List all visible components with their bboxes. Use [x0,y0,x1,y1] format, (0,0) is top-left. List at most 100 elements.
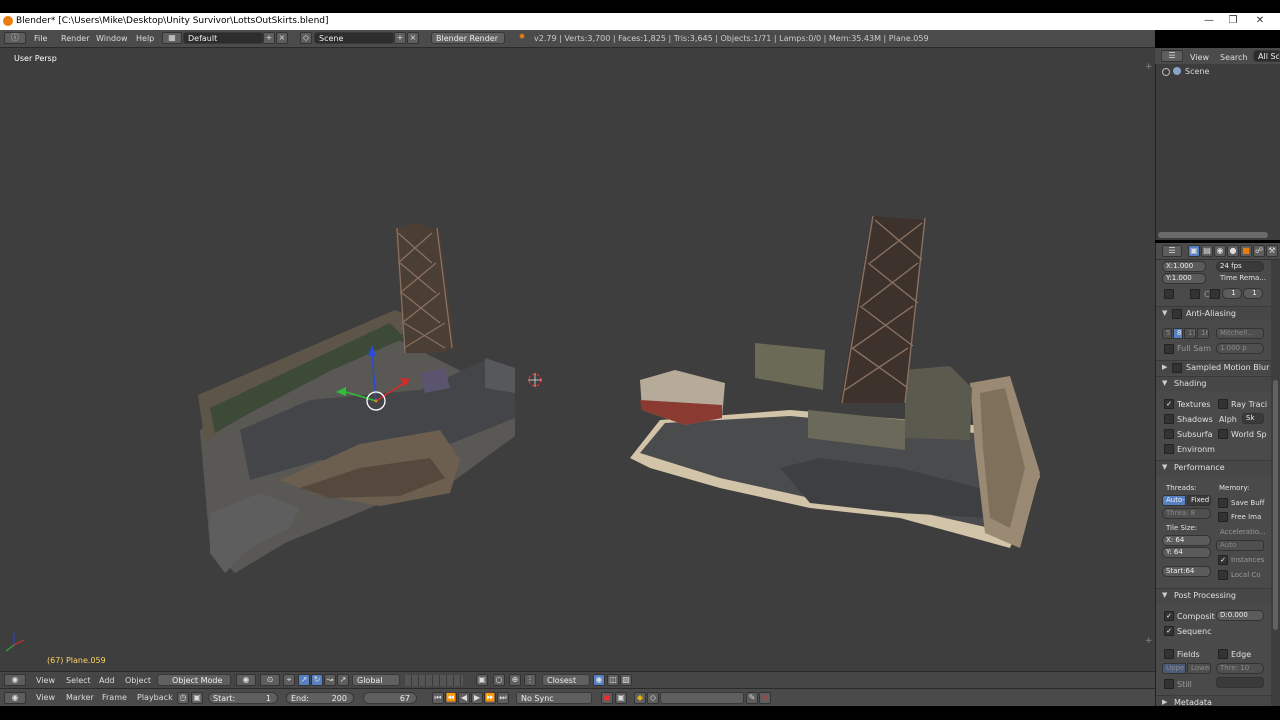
aa-size-field[interactable]: 1.000 p [1216,343,1264,354]
manipulator-icon[interactable]: ↗ [337,674,349,686]
menu-object[interactable]: Object [125,676,151,685]
keying-set-icon[interactable]: ▣ [615,692,627,704]
expand-scene-icon[interactable] [1162,68,1170,76]
scene-render[interactable] [0,48,1155,671]
object-tab-icon[interactable]: ■ [1240,245,1252,257]
timeline-menu-frame[interactable]: Frame [102,693,127,702]
jump-start-icon[interactable]: ⏮ [432,692,444,704]
next-keyframe-icon[interactable]: ⏩ [484,692,496,704]
properties-scrollbar-thumb[interactable] [1273,380,1278,630]
world-tab-icon[interactable]: ● [1227,245,1239,257]
edge-checkbox[interactable] [1218,649,1228,659]
play-icon[interactable]: ▶ [471,692,483,704]
sync-mode-select[interactable]: No Sync [516,692,592,704]
timeline-menu-marker[interactable]: Marker [66,693,94,702]
metadata-panel[interactable]: ▶ Metadata [1156,695,1271,706]
remap-new-field[interactable]: 1 [1243,288,1263,299]
alpha-mode-select[interactable]: Sk [1242,413,1264,424]
render-layers-tab-icon[interactable]: ▤ [1201,245,1213,257]
add-scene-icon[interactable]: + [394,32,406,44]
anti-aliasing-panel[interactable]: ▼ Anti-Aliasing [1156,306,1271,321]
minimize-button[interactable]: — [1197,14,1221,28]
layer-lock-icon[interactable]: ▣ [476,674,488,686]
menu-select[interactable]: Select [66,676,91,685]
modifiers-tab-icon[interactable]: ⚒ [1266,245,1278,257]
keyframe-remove-icon[interactable]: × [759,692,771,704]
translate-icon[interactable]: ↗ [298,674,310,686]
keyframe-add-icon[interactable]: ✎ [746,692,758,704]
save-buffers-checkbox[interactable] [1218,498,1228,508]
insert-keyframe-icon[interactable]: ◆ [634,692,646,704]
full-sample-checkbox[interactable] [1164,344,1174,354]
render-tab-icon[interactable]: ▣ [1188,245,1200,257]
timeline-editor-type-icon[interactable]: ◉ [4,692,26,704]
orientation-select[interactable]: Global [352,674,400,686]
properties-editor[interactable]: ☰ ▣ ▤ ◉ ● ■ ☍ ⚒ X:1.000 24 fps Y:1.000 T… [1155,243,1280,706]
performance-panel[interactable]: ▼ Performance [1156,460,1271,475]
edge-color-swatch[interactable] [1216,677,1264,688]
free-images-checkbox[interactable] [1218,512,1228,522]
shadows-checkbox[interactable] [1164,414,1174,424]
aa-samples-8[interactable]: 8 [1173,328,1183,339]
instances-checkbox[interactable]: ✓ [1218,555,1228,565]
mode-select[interactable]: Object Mode [157,674,231,686]
menu-view[interactable]: View [36,676,55,685]
render-animation-icon[interactable]: ◫ [607,674,619,686]
right-structure[interactable] [630,215,1040,548]
render-still-icon[interactable]: ▧ [620,674,632,686]
viewport-editor-type-icon[interactable]: ◉ [4,674,26,686]
start-frame-field[interactable]: Start: 1 [208,692,278,704]
restore-button[interactable]: ❐ [1221,14,1245,28]
crop-checkbox[interactable] [1190,289,1200,299]
sequencer-checkbox[interactable]: ✓ [1164,626,1174,636]
snap-element-icon[interactable]: ⋮ [524,674,536,686]
outliner-scene-item[interactable]: Scene [1185,67,1209,76]
menu-render[interactable]: Render [61,34,89,43]
outliner-editor-type-icon[interactable]: ☰ [1161,50,1183,62]
subsurface-checkbox[interactable] [1164,429,1174,439]
motion-blur-panel[interactable]: ▶ Sampled Motion Blur [1156,360,1271,375]
pivot-point-icon[interactable]: ⊙ [260,674,280,686]
remove-scene-icon[interactable]: × [407,32,419,44]
keying-set-field[interactable] [660,692,744,704]
remove-layout-icon[interactable]: × [276,32,288,44]
frame-rate-select[interactable]: 24 fps [1216,261,1264,272]
timeline-menu-playback[interactable]: Playback [137,693,173,702]
start-tile-field[interactable]: Start:64 [1162,566,1211,577]
edge-threshold-field[interactable]: Thre: 10 [1216,663,1264,674]
left-structure[interactable] [198,222,515,573]
jump-end-icon[interactable]: ⏭ [497,692,509,704]
proportional-edit-icon[interactable]: ○ [493,674,505,686]
crop-sub-checkbox[interactable] [1210,289,1220,299]
aa-samples-5[interactable]: 5 [1162,328,1172,339]
aa-filter-select[interactable]: Mitchell... [1216,328,1264,339]
layout-grid-icon[interactable]: ▦ [162,32,182,44]
outliner-scrollbar[interactable] [1158,232,1268,238]
layout-field[interactable]: Default [183,32,263,44]
properties-scrollbar-track[interactable] [1271,260,1280,706]
thread-count-field[interactable]: Threa: 8 [1162,508,1211,519]
delete-keyframe-icon[interactable]: ◇ [647,692,659,704]
rotate-icon[interactable]: ↻ [311,674,323,686]
menu-file[interactable]: File [34,34,47,43]
manipulator-toggle-icon[interactable]: ⌖ [283,674,295,686]
resolution-y-field[interactable]: Y:1.000 [1162,273,1206,284]
menu-help[interactable]: Help [136,34,154,43]
auto-keying-icon[interactable]: ● [601,692,613,704]
tile-y-field[interactable]: Y: 64 [1162,547,1211,558]
layer-buttons[interactable] [405,675,463,686]
scale-icon[interactable]: ↝ [324,674,336,686]
scene-field[interactable]: Scene [314,32,394,44]
remap-old-field[interactable]: 1 [1222,288,1242,299]
lock-range-icon[interactable]: ▣ [191,692,203,704]
snap-target-select[interactable]: Closest [542,674,590,686]
dither-field[interactable]: D:0.000 [1216,610,1264,621]
menu-add[interactable]: Add [99,676,115,685]
fields-checkbox[interactable] [1164,649,1174,659]
end-frame-field[interactable]: End: 200 [286,692,354,704]
scene-tab-icon[interactable]: ◉ [1214,245,1226,257]
shading-panel[interactable]: ▼ Shading [1156,376,1271,391]
prev-keyframe-icon[interactable]: ⏪ [445,692,457,704]
preview-range-icon[interactable]: ◷ [177,692,189,704]
timeline-menu-view[interactable]: View [36,693,55,702]
